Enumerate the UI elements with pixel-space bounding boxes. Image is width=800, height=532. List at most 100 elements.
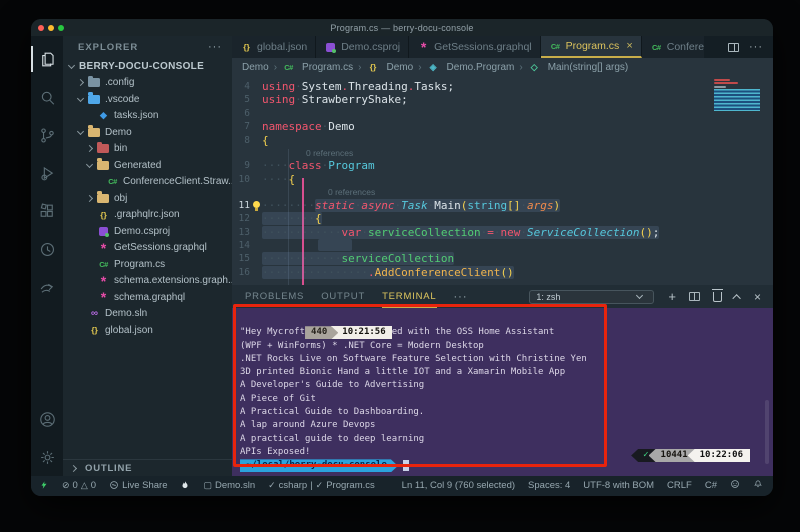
tab-getsessions-graphql[interactable]: *GetSessions.graphql	[409, 36, 540, 58]
tab-program-cs[interactable]: C#Program.cs×	[541, 36, 642, 58]
tree-item-demo[interactable]: Demo	[63, 124, 232, 141]
eol-setting[interactable]: CRLF	[667, 480, 692, 491]
tree-item-global-json[interactable]: {}global.json	[63, 322, 232, 339]
run-debug-icon[interactable]	[31, 154, 63, 192]
code-line-5[interactable]: 5using·StrawberryShake;	[232, 93, 773, 106]
remote-indicator[interactable]	[39, 480, 49, 490]
tree-item-label: Demo	[105, 127, 132, 138]
encoding-setting[interactable]: UTF-8 with BOM	[583, 480, 654, 491]
panel-tab-output[interactable]: OUTPUT	[321, 285, 365, 308]
settings-icon[interactable]	[31, 438, 63, 476]
code-line-11[interactable]: 11········static·async·Task·Main(string[…	[232, 199, 773, 212]
error-icon: ⊘	[62, 480, 70, 491]
source-control-icon[interactable]	[31, 116, 63, 154]
status-bar: ⊘ 0 △ 0 Live Share ▢ Demo.sln ✓ csharp |…	[31, 476, 773, 496]
breadcrumb-item[interactable]: Demo	[242, 62, 269, 73]
line-number: 9	[232, 159, 250, 172]
tree-item-conferenceclient-straw-[interactable]: C#ConferenceClient.Straw...	[63, 174, 232, 191]
tree-item-obj[interactable]: obj	[63, 190, 232, 207]
code-line-16[interactable]: 16················.AddConferenceClient()	[232, 266, 773, 279]
codelens[interactable]: 0 references	[232, 186, 773, 199]
code-line-15[interactable]: 15············serviceCollection	[232, 252, 773, 265]
tree-item-schema-extensions-graph-[interactable]: *schema.extensions.graph...	[63, 273, 232, 290]
code-line-13[interactable]: 13············var·serviceCollection·=·ne…	[232, 226, 773, 239]
tree-item-demo-sln[interactable]: ∞Demo.sln	[63, 306, 232, 323]
solution-indicator[interactable]: ▢ Demo.sln	[203, 480, 255, 491]
folder-icon	[97, 194, 109, 203]
tree-item--vscode[interactable]: .vscode	[63, 91, 232, 108]
explorer-header: EXPLORER	[78, 42, 138, 53]
split-terminal-icon[interactable]	[689, 292, 700, 301]
panel-tab-problems[interactable]: PROBLEMS	[245, 285, 304, 308]
terminal-output-line: A Practical Guide to Dashboarding.	[240, 406, 773, 419]
tree-item-label: schema.extensions.graph...	[114, 275, 232, 286]
tree-item-bin[interactable]: bin	[63, 141, 232, 158]
breadcrumb-label: Demo.Program	[447, 62, 515, 73]
code-line-6[interactable]: 6	[232, 107, 773, 120]
live-share-button[interactable]: Live Share	[109, 480, 167, 491]
extensions-icon[interactable]	[31, 192, 63, 230]
tree-item-berry-docu-console[interactable]: BERRY-DOCU-CONSOLE	[63, 58, 232, 75]
breadcrumb-item[interactable]: C#Program.cs	[282, 62, 353, 73]
feedback-icon[interactable]	[730, 479, 740, 492]
terminal[interactable]: 44010:21:56 "Hey Mycroft": Getting Start…	[232, 308, 773, 476]
codelens[interactable]: 0 references	[232, 147, 773, 160]
live-share-icon[interactable]	[31, 268, 63, 306]
lightbulb-icon[interactable]	[253, 201, 260, 208]
code-line-4[interactable]: 4using·System.Threading.Tasks;	[232, 80, 773, 93]
code-line-12[interactable]: 12········{	[232, 212, 773, 225]
flame-icon[interactable]	[180, 480, 190, 490]
tab-label: Demo.csproj	[341, 41, 400, 53]
tree-item-generated[interactable]: Generated	[63, 157, 232, 174]
more-actions-icon[interactable]: ···	[749, 41, 763, 53]
tree-item-schema-graphql[interactable]: *schema.graphql	[63, 289, 232, 306]
terminal-output-line: 3D printed Bionic Hand a little IOT and …	[240, 366, 773, 379]
tab-label: global.json	[257, 41, 307, 53]
language-status[interactable]: ✓ csharp | ✓ Program.cs	[268, 480, 375, 491]
tree-item-getsessions-graphql[interactable]: *GetSessions.graphql	[63, 240, 232, 257]
code-line-9[interactable]: 9····class·Program	[232, 159, 773, 172]
panel-more-icon[interactable]: ···	[454, 291, 468, 303]
cursor-position[interactable]: Ln 11, Col 9 (760 selected)	[402, 480, 515, 491]
explorer-icon[interactable]	[31, 40, 63, 78]
tab-global-json[interactable]: {}global.json	[232, 36, 316, 58]
close-panel-icon[interactable]: ×	[754, 290, 761, 304]
time-badge: 10:22:06	[688, 449, 750, 462]
code-editor[interactable]: 4using·System.Threading.Tasks;5using·Str…	[232, 76, 773, 285]
problems-indicator[interactable]: ⊘ 0 △ 0	[62, 480, 96, 491]
breadcrumb-item[interactable]: {}Demo	[367, 62, 414, 73]
notifications-bell-icon[interactable]	[753, 479, 763, 492]
account-icon[interactable]	[31, 400, 63, 438]
tree-item-program-cs[interactable]: C#Program.cs	[63, 256, 232, 273]
search-icon[interactable]	[31, 78, 63, 116]
language-mode[interactable]: C#	[705, 480, 717, 491]
breadcrumb-item[interactable]: ◇Main(string[] args)	[528, 62, 629, 73]
tree-item-demo-csproj[interactable]: Demo.csproj	[63, 223, 232, 240]
terminal-scrollbar[interactable]	[765, 400, 769, 464]
maximize-panel-icon[interactable]	[732, 294, 740, 302]
split-editor-icon[interactable]	[728, 43, 739, 52]
clock-icon[interactable]	[31, 230, 63, 268]
check-icon: ✓	[268, 480, 276, 491]
minimap[interactable]	[714, 78, 762, 114]
code-line-8[interactable]: 8{	[232, 134, 773, 147]
indentation-setting[interactable]: Spaces: 4	[528, 480, 570, 491]
shell-dropdown[interactable]: 1: zsh	[529, 290, 654, 304]
code-line-14[interactable]: 14	[232, 239, 773, 252]
tab-conferer[interactable]: C#Conferer	[642, 36, 704, 58]
tree-item--graphqlrc-json[interactable]: {}.graphqlrc.json	[63, 207, 232, 224]
kill-terminal-icon[interactable]	[713, 292, 722, 302]
outline-section[interactable]: OUTLINE	[63, 459, 232, 476]
new-terminal-icon[interactable]: +	[668, 292, 676, 302]
code-line-7[interactable]: 7namespace·Demo	[232, 120, 773, 133]
tree-item--config[interactable]: .config	[63, 75, 232, 92]
line-number: 14	[232, 239, 250, 252]
panel-tab-terminal[interactable]: TERMINAL	[382, 285, 436, 308]
selection-block	[318, 239, 352, 251]
code-line-10[interactable]: 10····{	[232, 173, 773, 186]
explorer-more-icon[interactable]: ···	[208, 41, 222, 53]
close-tab-icon[interactable]: ×	[626, 40, 632, 52]
tree-item-tasks-json[interactable]: ◆tasks.json	[63, 108, 232, 125]
tab-demo-csproj[interactable]: Demo.csproj	[316, 36, 409, 58]
breadcrumb-item[interactable]: ◈Demo.Program	[427, 62, 515, 73]
